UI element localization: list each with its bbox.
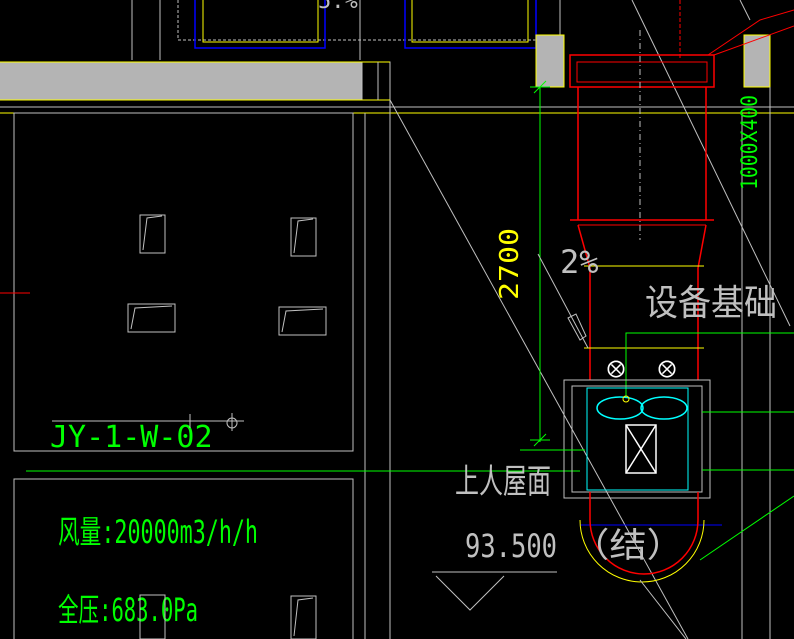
- slope-text: 2%: [560, 243, 599, 281]
- structural-text: （结）: [572, 526, 684, 566]
- duct-size-text: 1000X400: [738, 95, 763, 190]
- height-dimension-text: 2700: [495, 228, 525, 300]
- equipment-base-text: 设备基础: [645, 283, 777, 324]
- svg-text:⨂: ⨂: [658, 358, 676, 379]
- airflow-text: 风量:20000m3/h/h: [58, 513, 258, 551]
- pressure-text: 全压:683.0Pa: [58, 591, 198, 629]
- unit-tag-text: JY-1-W-02: [50, 420, 213, 455]
- svg-text:⨂: ⨂: [607, 358, 625, 379]
- roof-label-text: 上人屋面: [455, 462, 551, 502]
- elevation-text: 93.500: [465, 527, 557, 565]
- top-fragment-text: 5.%: [318, 0, 358, 14]
- cad-drawing: 5.% JY-1-W-02 风量:20000m3/h/h 全压:683.0Pa …: [0, 0, 794, 639]
